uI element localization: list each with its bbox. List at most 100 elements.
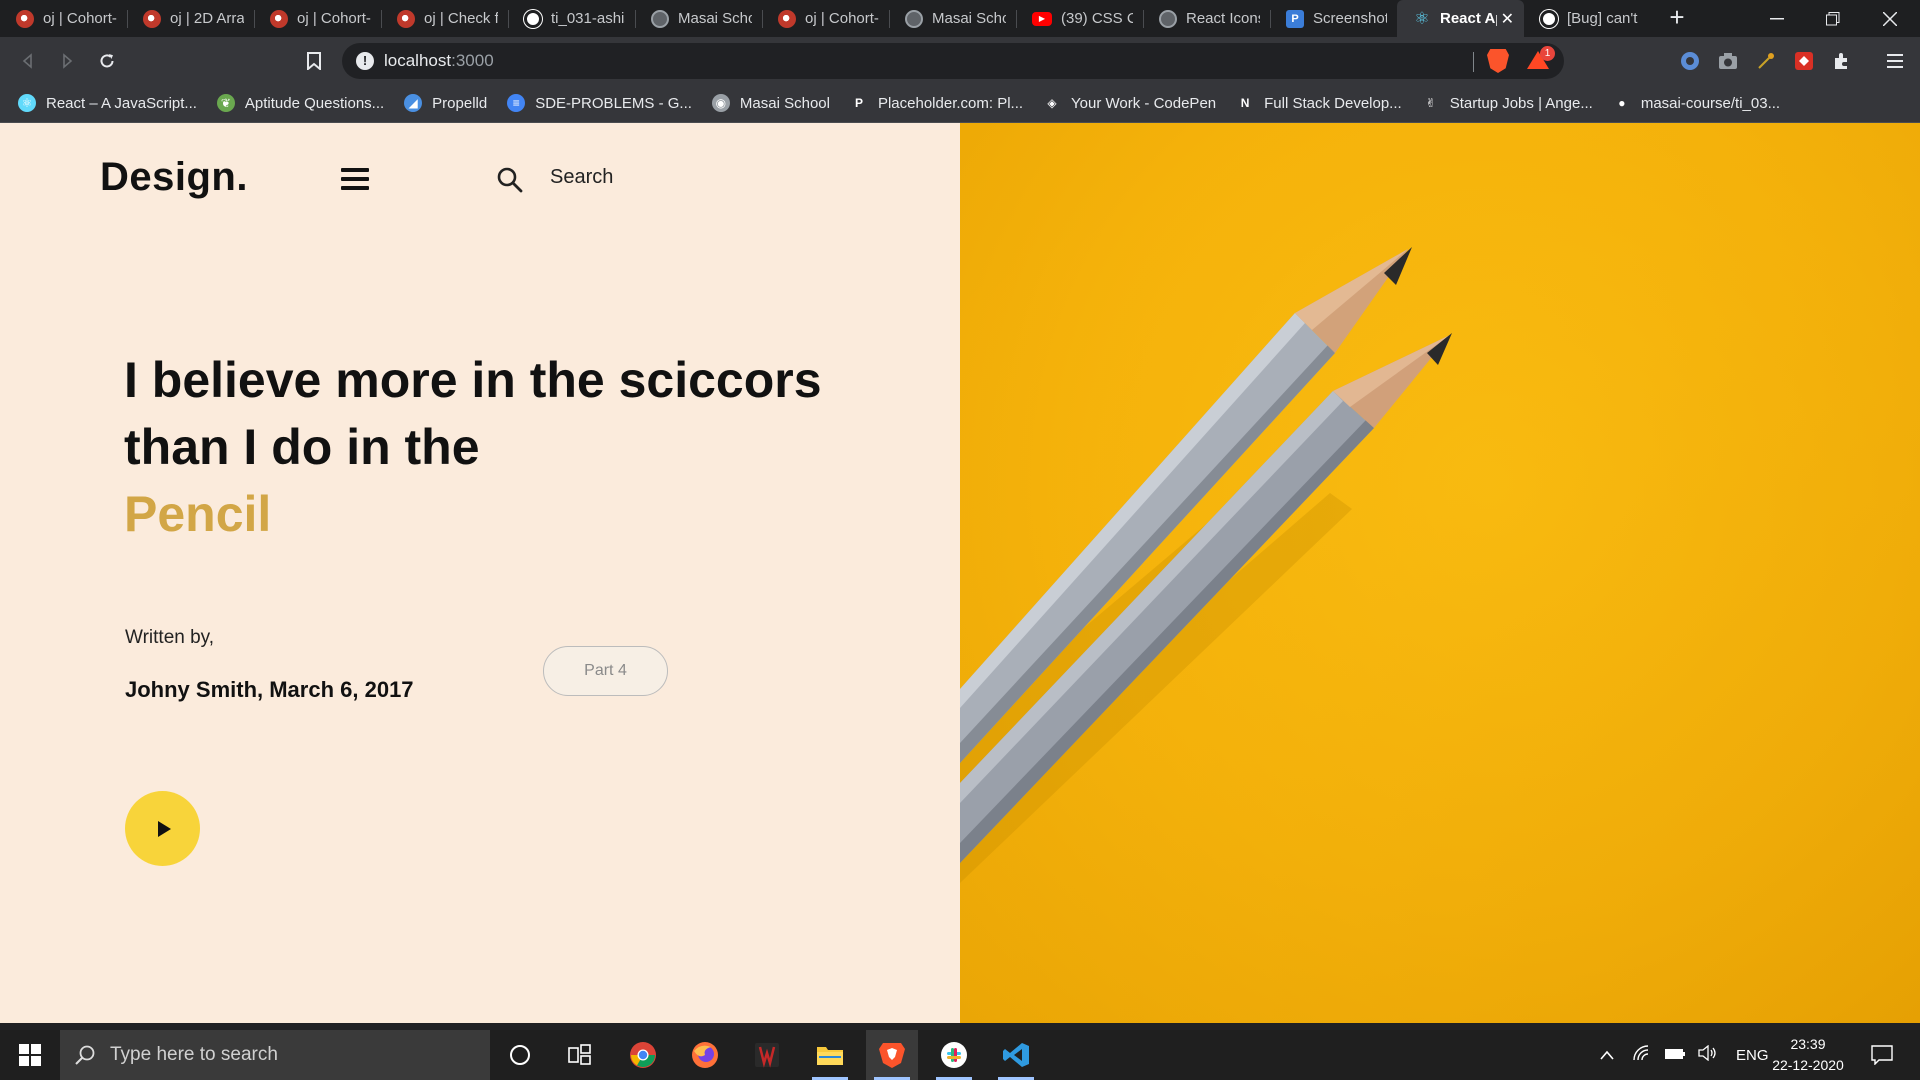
author-date: Johny Smith, March 6, 2017 xyxy=(125,677,414,702)
color-picker-icon[interactable] xyxy=(1752,47,1780,75)
tab-label: oj | 2D Array xyxy=(170,10,244,27)
bookmark-label: Placeholder.com: Pl... xyxy=(877,94,1024,112)
bookmark-item[interactable]: ≡ SDE-PROBLEMS - G... xyxy=(507,94,692,112)
extension-circle-icon[interactable] xyxy=(1676,47,1704,75)
file-explorer-icon[interactable] xyxy=(804,1030,856,1080)
forward-icon[interactable] xyxy=(51,45,83,77)
slack-icon[interactable] xyxy=(928,1030,980,1080)
bookmark-item[interactable]: ✌ Startup Jobs | Ange... xyxy=(1421,94,1593,112)
bookmark-item[interactable]: N Full Stack Develop... xyxy=(1236,94,1402,112)
clock-time: 23:39 xyxy=(1790,1036,1826,1052)
wifi-icon[interactable] xyxy=(1632,1045,1650,1065)
github-icon xyxy=(524,9,542,28)
restore-icon[interactable] xyxy=(1805,0,1861,37)
tab[interactable]: ti_031-ashis xyxy=(508,0,635,37)
tab-close-icon[interactable]: ✕ xyxy=(1501,9,1514,29)
leaf-icon: ❦ xyxy=(216,94,235,112)
search-label[interactable]: Search xyxy=(550,166,613,189)
predator-app-icon[interactable] xyxy=(741,1030,793,1080)
browser-menu-icon[interactable] xyxy=(1880,45,1910,77)
notifications-icon[interactable] xyxy=(1854,1030,1910,1080)
tab[interactable]: [Bug] can't r xyxy=(1524,0,1651,37)
bookmark-item[interactable]: ◢ Propelld xyxy=(404,94,487,112)
tab-label: oj | Cohort-5 xyxy=(805,10,879,27)
headline-line-2: than I do in the xyxy=(124,419,480,475)
close-window-icon[interactable] xyxy=(1862,0,1918,37)
headline-line-1: I believe more in the sciccors xyxy=(124,352,822,408)
url-text[interactable]: localhost:3000 xyxy=(384,51,494,71)
oj-icon xyxy=(143,9,161,28)
play-button[interactable] xyxy=(125,791,200,866)
browser-tab-strip: oj | Cohort-5 oj | 2D Array oj | Cohort-5 o… xyxy=(0,0,1920,37)
oj-icon xyxy=(270,9,288,28)
extensions-puzzle-icon[interactable] xyxy=(1828,47,1856,75)
language-indicator[interactable]: ENG xyxy=(1736,1047,1769,1064)
part-button[interactable]: Part 4 xyxy=(543,646,668,696)
tab[interactable]: React Icons xyxy=(1143,0,1270,37)
search-icon[interactable] xyxy=(496,166,524,194)
taskbar-clock[interactable]: 23:39 22-12-2020 xyxy=(1768,1034,1848,1076)
bookmark-item[interactable]: ❦ Aptitude Questions... xyxy=(216,94,385,112)
tab[interactable]: oj | Cohort-5 xyxy=(254,0,381,37)
tab[interactable]: oj | Check fo xyxy=(381,0,508,37)
oj-icon xyxy=(397,9,415,28)
site-info-icon[interactable]: ! xyxy=(356,52,374,70)
tab-active[interactable]: ⚛ React Ap✕ xyxy=(1397,0,1524,37)
tab[interactable]: ▶ (39) CSS Car xyxy=(1016,0,1143,37)
site-logo[interactable]: Design. xyxy=(100,155,248,200)
tab[interactable]: oj | 2D Array xyxy=(127,0,254,37)
camera-icon[interactable] xyxy=(1714,47,1742,75)
tab-label: oj | Check fo xyxy=(424,10,498,27)
github-icon: ● xyxy=(1612,94,1631,112)
angellist-icon: ✌ xyxy=(1421,94,1440,112)
hero-image-pencils xyxy=(960,123,1920,1023)
tab[interactable]: Masai Schoo xyxy=(889,0,1016,37)
bookmark-item[interactable]: ● masai-course/ti_03... xyxy=(1612,94,1781,112)
task-view-icon[interactable] xyxy=(554,1030,606,1080)
bookmark-item[interactable]: ◉ Masai School xyxy=(711,94,830,112)
chrome-icon[interactable] xyxy=(617,1030,669,1080)
volume-icon[interactable] xyxy=(1698,1044,1718,1065)
bookmark-item[interactable]: ◈ Your Work - CodePen xyxy=(1043,94,1216,112)
reload-icon[interactable] xyxy=(91,45,123,77)
new-tab-button[interactable]: + xyxy=(1662,2,1692,34)
brave-browser-icon[interactable] xyxy=(866,1030,918,1080)
bookmark-label: masai-course/ti_03... xyxy=(1640,94,1781,112)
firefox-icon[interactable] xyxy=(679,1030,731,1080)
taskbar-search-box[interactable]: Type here to search xyxy=(60,1030,490,1080)
bookmark-label: Aptitude Questions... xyxy=(244,94,385,112)
tab-label: React Ap xyxy=(1440,10,1497,27)
cortana-icon[interactable] xyxy=(494,1030,546,1080)
react-icon: ⚛ xyxy=(1414,8,1430,28)
bookmark-item[interactable]: P Placeholder.com: Pl... xyxy=(849,94,1024,112)
bookmark-label: SDE-PROBLEMS - G... xyxy=(535,94,692,112)
extension-red-icon[interactable] xyxy=(1790,47,1818,75)
hamburger-menu-icon[interactable] xyxy=(341,168,369,194)
bookmark-label: React – A JavaScript... xyxy=(46,94,197,112)
extensions-area xyxy=(1676,41,1856,81)
hero-text-panel: Design. Search I believe more in the sci… xyxy=(0,123,960,1023)
tab[interactable]: oj | Cohort-5 xyxy=(762,0,889,37)
bookmark-icon[interactable] xyxy=(298,45,330,77)
globe-icon xyxy=(1159,9,1177,28)
tab[interactable]: Masai Schoo xyxy=(635,0,762,37)
oj-icon xyxy=(16,9,34,28)
tab-label: ti_031-ashis xyxy=(551,10,625,27)
tray-chevron-icon[interactable] xyxy=(1600,1047,1614,1064)
bookmark-item[interactable]: ⚛ React – A JavaScript... xyxy=(18,94,197,112)
tab[interactable]: oj | Cohort-5 xyxy=(0,0,127,37)
sheets-icon: ≡ xyxy=(507,94,526,112)
play-icon xyxy=(158,820,171,837)
minimize-icon[interactable] xyxy=(1749,0,1805,37)
brave-shields-icon[interactable] xyxy=(1487,49,1509,73)
address-bar[interactable]: ! localhost:3000 1 xyxy=(342,43,1564,79)
back-icon[interactable] xyxy=(12,45,44,77)
p-icon: P xyxy=(849,94,868,112)
notion-icon: N xyxy=(1236,94,1255,112)
url-host: localhost xyxy=(384,51,452,70)
battery-icon[interactable] xyxy=(1664,1047,1686,1064)
windows-start-icon[interactable] xyxy=(0,1030,60,1080)
windows-taskbar: Type here to search ENG 23:39 22-12-2020 xyxy=(0,1030,1920,1080)
vscode-icon[interactable] xyxy=(990,1030,1042,1080)
tab[interactable]: P Screenshot xyxy=(1270,0,1397,37)
